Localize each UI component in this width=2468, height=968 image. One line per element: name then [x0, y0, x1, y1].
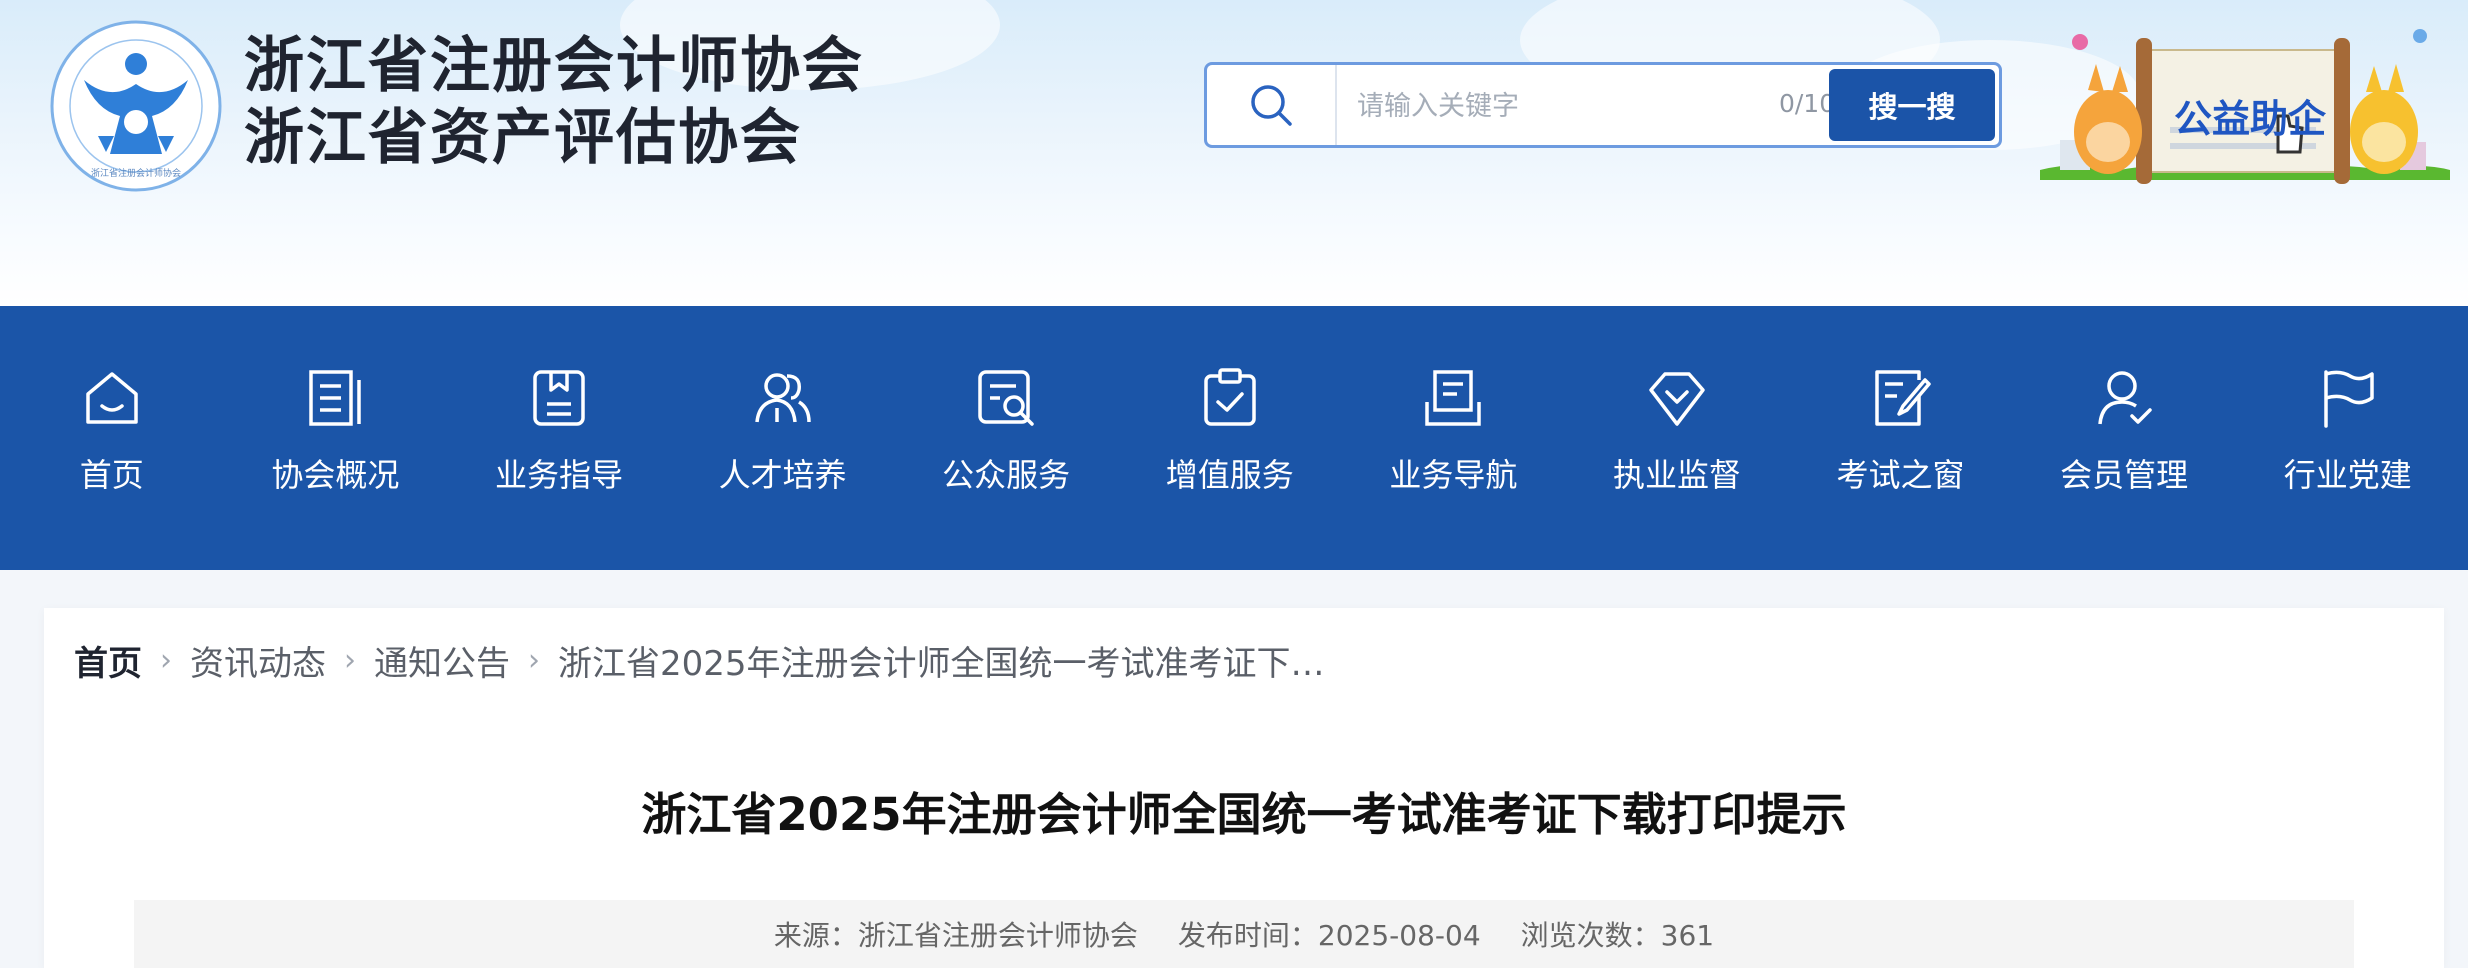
nav-item-members[interactable]: 会员管理	[2012, 306, 2236, 570]
nav-item-about[interactable]: 协会概况	[224, 306, 448, 570]
nav-item-public-service[interactable]: 公众服务	[894, 306, 1118, 570]
edit-document-icon	[1874, 370, 1931, 426]
chevron-right-icon: ›	[528, 643, 540, 678]
article-view-count: 浏览次数：361	[1520, 919, 1715, 952]
flag-icon	[2323, 370, 2374, 428]
article-card: 首页 › 资讯动态 › 通知公告 › 浙江省2025年注册会计师全国统一考试准考…	[44, 608, 2444, 968]
nav-label: 协会概况	[271, 456, 400, 494]
search-box: 0/100 搜一搜	[1204, 62, 2002, 148]
book-stack-icon	[1425, 370, 1482, 426]
association-logo[interactable]: 浙江省注册会计师协会	[48, 18, 224, 194]
user-check-icon	[2098, 371, 2152, 425]
document-icon	[309, 370, 362, 426]
nav-label: 考试之窗	[1836, 456, 1965, 494]
search-icon-wrap[interactable]	[1207, 65, 1337, 145]
search-icon[interactable]	[1247, 81, 1295, 129]
nav-item-party-building[interactable]: 行业党建	[2236, 306, 2460, 570]
nav-label: 人才培养	[718, 456, 847, 494]
nav-label: 业务导航	[1389, 456, 1518, 494]
org-name-appraisal: 浙江省资产评估协会	[244, 103, 802, 173]
svg-text:浙江省注册会计师协会: 浙江省注册会计师协会	[91, 167, 181, 179]
breadcrumb-home[interactable]: 首页	[74, 636, 142, 685]
org-name-cpa: 浙江省注册会计师协会	[244, 31, 864, 101]
bookmark-book-icon	[533, 370, 585, 426]
chevron-right-icon: ›	[160, 643, 172, 678]
breadcrumb: 首页 › 资讯动态 › 通知公告 › 浙江省2025年注册会计师全国统一考试准考…	[74, 636, 1325, 685]
banner-text: 公益助企	[2173, 97, 2326, 141]
article-source: 来源：浙江省注册会计师协会	[773, 919, 1138, 952]
nav-label: 业务指导	[494, 456, 623, 494]
nav-item-business-guide[interactable]: 业务指导	[447, 306, 671, 570]
site-header: 浙江省注册会计师协会 浙江省注册会计师协会 浙江省资产评估协会 0/100 搜一…	[0, 0, 2468, 306]
diamond-check-icon	[1649, 372, 1705, 426]
nav-label: 行业党建	[2283, 456, 2412, 494]
search-document-icon	[978, 370, 1034, 426]
article-publish-time: 发布时间：2025-08-04	[1177, 919, 1481, 952]
chevron-right-icon: ›	[344, 643, 356, 678]
nav-label: 执业监督	[1612, 456, 1741, 494]
article-title: 浙江省2025年注册会计师全国统一考试准考证下载打印提示	[641, 788, 1847, 841]
breadcrumb-news[interactable]: 资讯动态	[190, 636, 326, 685]
breadcrumb-current: 浙江省2025年注册会计师全国统一考试准考证下…	[558, 644, 1325, 684]
clipboard-check-icon	[1204, 368, 1256, 426]
article-meta: 来源：浙江省注册会计师协会 发布时间：2025-08-04 浏览次数：361	[134, 900, 2354, 968]
org-names: 浙江省注册会计师协会 浙江省资产评估协会	[244, 30, 864, 174]
search-button[interactable]: 搜一搜	[1829, 69, 1995, 141]
nav-item-business-nav[interactable]: 业务导航	[1342, 306, 1566, 570]
nav-item-home[interactable]: 首页	[0, 306, 224, 570]
nav-item-value-added[interactable]: 增值服务	[1118, 306, 1342, 570]
home-icon	[86, 372, 138, 424]
public-welfare-banner[interactable]: 公益助企	[2040, 20, 2450, 200]
nav-label: 公众服务	[942, 456, 1071, 494]
breadcrumb-notices[interactable]: 通知公告	[374, 636, 510, 685]
nav-item-talent[interactable]: 人才培养	[671, 306, 895, 570]
nav-label: 首页	[79, 456, 144, 494]
nav-item-supervision[interactable]: 执业监督	[1565, 306, 1789, 570]
people-icon	[754, 373, 811, 423]
nav-label: 增值服务	[1165, 456, 1294, 494]
nav-item-exam[interactable]: 考试之窗	[1789, 306, 2013, 570]
nav-label: 会员管理	[2060, 456, 2189, 494]
main-nav: 首页 协会概况 业务指导 人才培养 公众服务 增值服务 业务导航 执业监督 考试…	[0, 306, 2468, 570]
